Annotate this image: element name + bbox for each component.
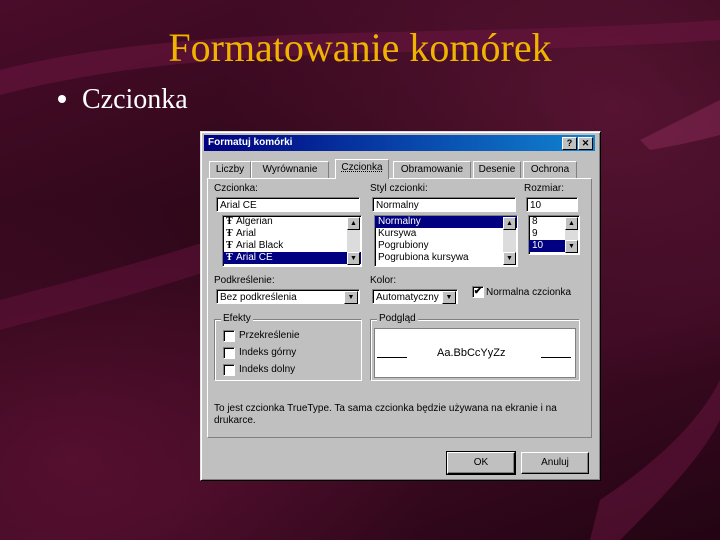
tab-obramowanie[interactable]: Obramowanie [393, 161, 471, 178]
size-list[interactable]: 8 9 10 ▲ ▼ [528, 215, 580, 255]
preview-group: Podgląd Aa.BbCcYyZz [370, 313, 580, 381]
preview-baseline-left [377, 357, 407, 358]
font-list-item[interactable]: Ŧ Arial [223, 228, 361, 240]
style-label: Styl czcionki: [370, 183, 428, 194]
style-list-item[interactable]: Pogrubiona kursywa [375, 252, 517, 264]
subscript-label: Indeks dolny [239, 364, 296, 375]
font-tab-panel: Czcionka: Arial CE Ŧ Algerian Ŧ Arial Ŧ Ari… [207, 178, 592, 438]
color-select[interactable]: Automatyczny ▼ [372, 289, 458, 304]
cancel-button[interactable]: Anuluj [521, 452, 589, 474]
underline-select[interactable]: Bez podkreślenia ▼ [216, 289, 360, 304]
color-value: Automatyczny [376, 292, 439, 303]
size-label: Rozmiar: [524, 183, 565, 194]
superscript-label: Indeks górny [239, 347, 297, 358]
tab-wyrownanie[interactable]: Wyrównanie [251, 161, 329, 178]
dialog-title: Formatuj komórki [208, 137, 293, 148]
scroll-up-icon[interactable]: ▲ [347, 217, 360, 230]
scroll-down-icon[interactable]: ▼ [503, 252, 516, 265]
scroll-up-icon[interactable]: ▲ [565, 217, 578, 230]
dialog-titlebar[interactable]: Formatuj komórki ? ✕ [204, 135, 595, 151]
normal-font-label: Normalna czcionka [486, 287, 572, 298]
ok-button[interactable]: OK [446, 451, 516, 475]
preview-baseline-right [541, 357, 571, 358]
truetype-icon: Ŧ [226, 252, 233, 263]
scroll-down-icon[interactable]: ▼ [565, 240, 578, 253]
format-cells-dialog: Formatuj komórki ? ✕ Liczby Wyrównanie C… [200, 131, 601, 481]
color-label: Kolor: [370, 275, 397, 286]
style-list-scrollbar[interactable]: ▲ ▼ [503, 217, 516, 265]
size-input[interactable]: 10 [526, 197, 578, 212]
truetype-icon: Ŧ [226, 240, 233, 251]
font-list-item-selected[interactable]: Ŧ Arial CE [223, 252, 361, 264]
style-list-item-selected[interactable]: Normalny [375, 216, 517, 228]
normal-font-checkbox[interactable]: ✔ [472, 286, 484, 298]
font-list[interactable]: Ŧ Algerian Ŧ Arial Ŧ Arial Black Ŧ Arial CE … [222, 215, 362, 267]
font-list-item[interactable]: Ŧ Arial Black [223, 240, 361, 252]
size-list-scrollbar[interactable]: ▲ ▼ [565, 217, 578, 253]
preview-box: Aa.BbCcYyZz [374, 328, 576, 378]
tab-desenie[interactable]: Desenie [473, 161, 521, 178]
bullet-dot-icon [58, 94, 66, 103]
preview-sample: Aa.BbCcYyZz [437, 347, 506, 359]
help-button[interactable]: ? [562, 137, 577, 150]
effects-label: Efekty [221, 313, 253, 324]
tab-ochrona[interactable]: Ochrona [523, 161, 577, 178]
subscript-checkbox[interactable] [223, 364, 235, 376]
effects-group: Efekty Przekreślenie Indeks górny Indeks… [214, 313, 362, 381]
scroll-up-icon[interactable]: ▲ [503, 217, 516, 230]
slide-title: Formatowanie komórek [168, 25, 552, 70]
tab-czcionka[interactable]: Czcionka [335, 159, 389, 179]
font-label: Czcionka: [214, 183, 258, 194]
style-list-item[interactable]: Kursywa [375, 228, 517, 240]
underline-value: Bez podkreślenia [220, 292, 297, 303]
strikethrough-checkbox[interactable] [223, 330, 235, 342]
underline-label: Podkreślenie: [214, 275, 275, 286]
strikethrough-label: Przekreślenie [239, 330, 300, 341]
font-input[interactable]: Arial CE [216, 197, 360, 212]
chevron-down-icon[interactable]: ▼ [344, 291, 358, 304]
close-button[interactable]: ✕ [578, 137, 593, 150]
superscript-checkbox[interactable] [223, 347, 235, 359]
font-list-scrollbar[interactable]: ▲ ▼ [347, 217, 360, 265]
truetype-icon: Ŧ [226, 228, 233, 239]
truetype-icon: Ŧ [226, 216, 233, 227]
bullet-item: Czcionka [58, 84, 188, 116]
scroll-down-icon[interactable]: ▼ [347, 252, 360, 265]
style-input[interactable]: Normalny [372, 197, 516, 212]
chevron-down-icon[interactable]: ▼ [442, 291, 456, 304]
font-list-item[interactable]: Ŧ Algerian [223, 216, 361, 228]
preview-label: Podgląd [377, 313, 418, 324]
style-list[interactable]: Normalny Kursywa Pogrubiony Pogrubiona k… [374, 215, 518, 267]
size-list-item-selected[interactable]: 10 [529, 240, 565, 252]
tab-liczby[interactable]: Liczby [209, 161, 251, 178]
truetype-info-text: To jest czcionka TrueType. Ta sama czcio… [214, 403, 557, 426]
style-list-item[interactable]: Pogrubiony [375, 240, 517, 252]
bullet-text: Czcionka [82, 84, 188, 115]
